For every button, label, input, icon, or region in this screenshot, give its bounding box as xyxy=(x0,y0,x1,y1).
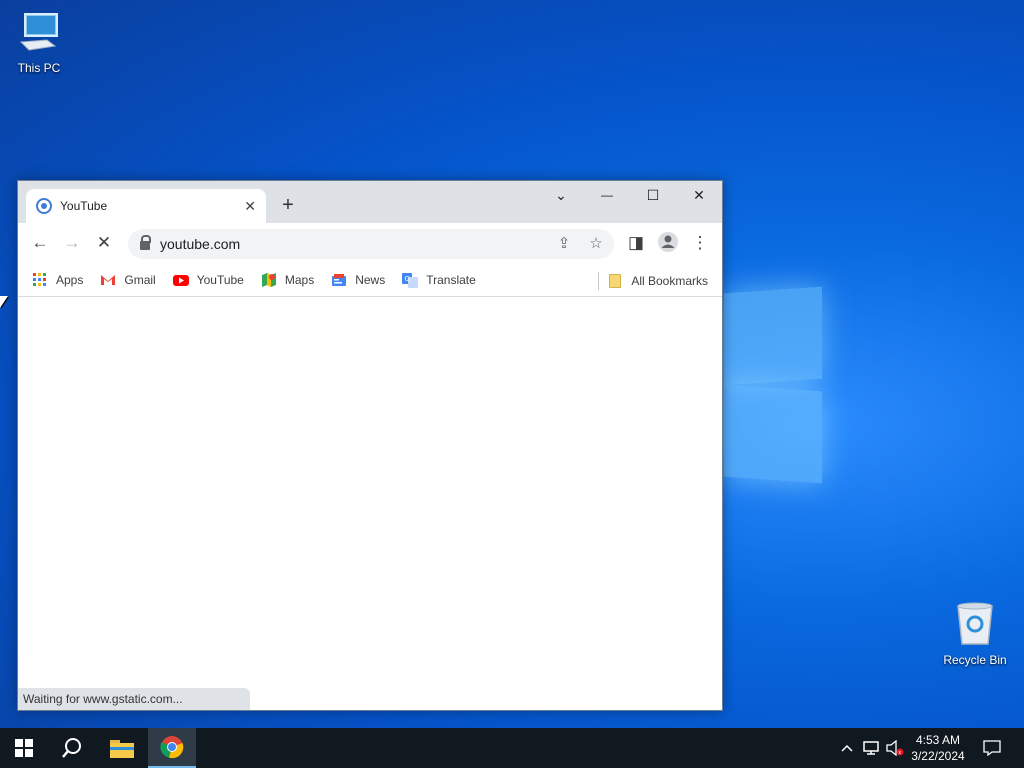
taskbar-file-explorer[interactable] xyxy=(98,728,146,768)
title-bar: YouTube ✕ + ⌄ — ☐ ✕ xyxy=(18,181,722,223)
svg-text:x: x xyxy=(898,750,901,756)
volume-muted-icon: x xyxy=(886,740,904,756)
share-icon[interactable]: ⇪ xyxy=(552,232,576,256)
windows-start-icon xyxy=(15,739,33,757)
lock-icon xyxy=(140,235,151,250)
all-bookmarks-label: All Bookmarks xyxy=(631,274,708,288)
taskbar-chrome[interactable] xyxy=(148,728,196,768)
new-tab-button[interactable]: + xyxy=(276,193,300,217)
all-bookmarks-button[interactable]: All Bookmarks xyxy=(598,272,708,290)
chrome-icon xyxy=(160,736,184,759)
tab-title: YouTube xyxy=(60,199,108,213)
translate-icon: G xyxy=(402,272,419,288)
desktop-icon-recycle-bin[interactable]: Recycle Bin xyxy=(940,602,1010,667)
start-button[interactable] xyxy=(0,728,48,768)
loading-spinner-icon xyxy=(36,198,52,214)
bookmark-news[interactable]: News xyxy=(331,272,385,288)
gmail-icon xyxy=(100,272,116,288)
bookmark-gmail[interactable]: Gmail xyxy=(100,272,156,288)
search-button[interactable] xyxy=(48,728,96,768)
forward-button[interactable]: → xyxy=(60,231,84,255)
action-center-button[interactable] xyxy=(976,728,1008,768)
bookmark-label: Gmail xyxy=(124,272,156,287)
svg-text:G: G xyxy=(405,275,410,283)
computer-icon xyxy=(4,10,74,57)
bookmark-label: YouTube xyxy=(196,272,244,287)
stop-loading-button[interactable]: ✕ xyxy=(92,231,116,255)
bookmark-label: Apps xyxy=(56,272,84,287)
folder-icon xyxy=(110,740,134,758)
menu-button[interactable]: ⋮ xyxy=(688,231,712,255)
url-text: youtube.com xyxy=(160,236,241,252)
bookmark-maps[interactable]: Maps xyxy=(261,272,314,288)
taskbar-clock[interactable]: 4:53 AM 3/22/2024 xyxy=(905,732,971,764)
minimize-button[interactable]: — xyxy=(584,181,630,211)
mouse-cursor-icon xyxy=(0,296,8,308)
page-content[interactable] xyxy=(18,297,722,710)
taskbar: x 4:53 AM 3/22/2024 xyxy=(0,728,1024,768)
tab-close-icon[interactable]: ✕ xyxy=(244,198,256,215)
tab-youtube[interactable]: YouTube ✕ xyxy=(26,189,266,223)
bookmark-label: Maps xyxy=(284,272,315,287)
network-icon xyxy=(863,741,879,755)
recycle-bin-icon xyxy=(940,602,1010,649)
toolbar: ← → ✕ youtube.com ⇪ ☆ ◨ ⋮ xyxy=(18,223,722,263)
chevron-up-icon xyxy=(841,744,853,752)
volume-button[interactable]: x xyxy=(884,728,906,768)
bookmark-label: Translate xyxy=(426,272,476,287)
maximize-button[interactable]: ☐ xyxy=(630,181,676,211)
show-hidden-icons-button[interactable] xyxy=(838,728,856,768)
search-icon xyxy=(62,738,81,758)
bookmark-star-icon[interactable]: ☆ xyxy=(584,232,608,256)
back-button[interactable]: ← xyxy=(28,231,52,255)
notification-icon xyxy=(983,740,1001,756)
address-bar[interactable]: youtube.com ⇪ ☆ xyxy=(128,229,614,259)
youtube-icon xyxy=(172,272,189,288)
tab-search-button[interactable]: ⌄ xyxy=(538,181,584,211)
apps-grid-icon xyxy=(32,272,48,288)
chrome-window: YouTube ✕ + ⌄ — ☐ ✕ ← → ✕ youtube.com ⇪ … xyxy=(17,180,723,711)
close-window-button[interactable]: ✕ xyxy=(676,181,722,211)
desktop-icon-label: This PC xyxy=(17,61,61,75)
clock-time: 4:53 AM xyxy=(915,733,961,747)
desktop-icon-label: Recycle Bin xyxy=(943,653,1007,667)
profile-button[interactable] xyxy=(656,231,680,255)
side-panel-button[interactable]: ◨ xyxy=(624,231,648,255)
bookmarks-bar: Apps Gmail YouTube Maps News G Translate… xyxy=(18,263,722,297)
bookmark-apps[interactable]: Apps xyxy=(32,272,83,288)
desktop-icon-this-pc[interactable]: This PC xyxy=(4,10,74,75)
folder-icon xyxy=(609,274,622,288)
status-bubble: Waiting for www.gstatic.com... xyxy=(18,688,250,710)
bookmarks-separator xyxy=(598,272,600,290)
bookmark-label: News xyxy=(355,272,386,287)
maps-icon xyxy=(261,272,277,288)
bookmark-translate[interactable]: G Translate xyxy=(402,272,476,288)
clock-date: 3/22/2024 xyxy=(911,749,965,763)
bookmark-youtube[interactable]: YouTube xyxy=(172,272,244,288)
news-icon xyxy=(331,272,347,288)
profile-avatar-icon xyxy=(658,232,678,252)
network-button[interactable] xyxy=(860,728,882,768)
